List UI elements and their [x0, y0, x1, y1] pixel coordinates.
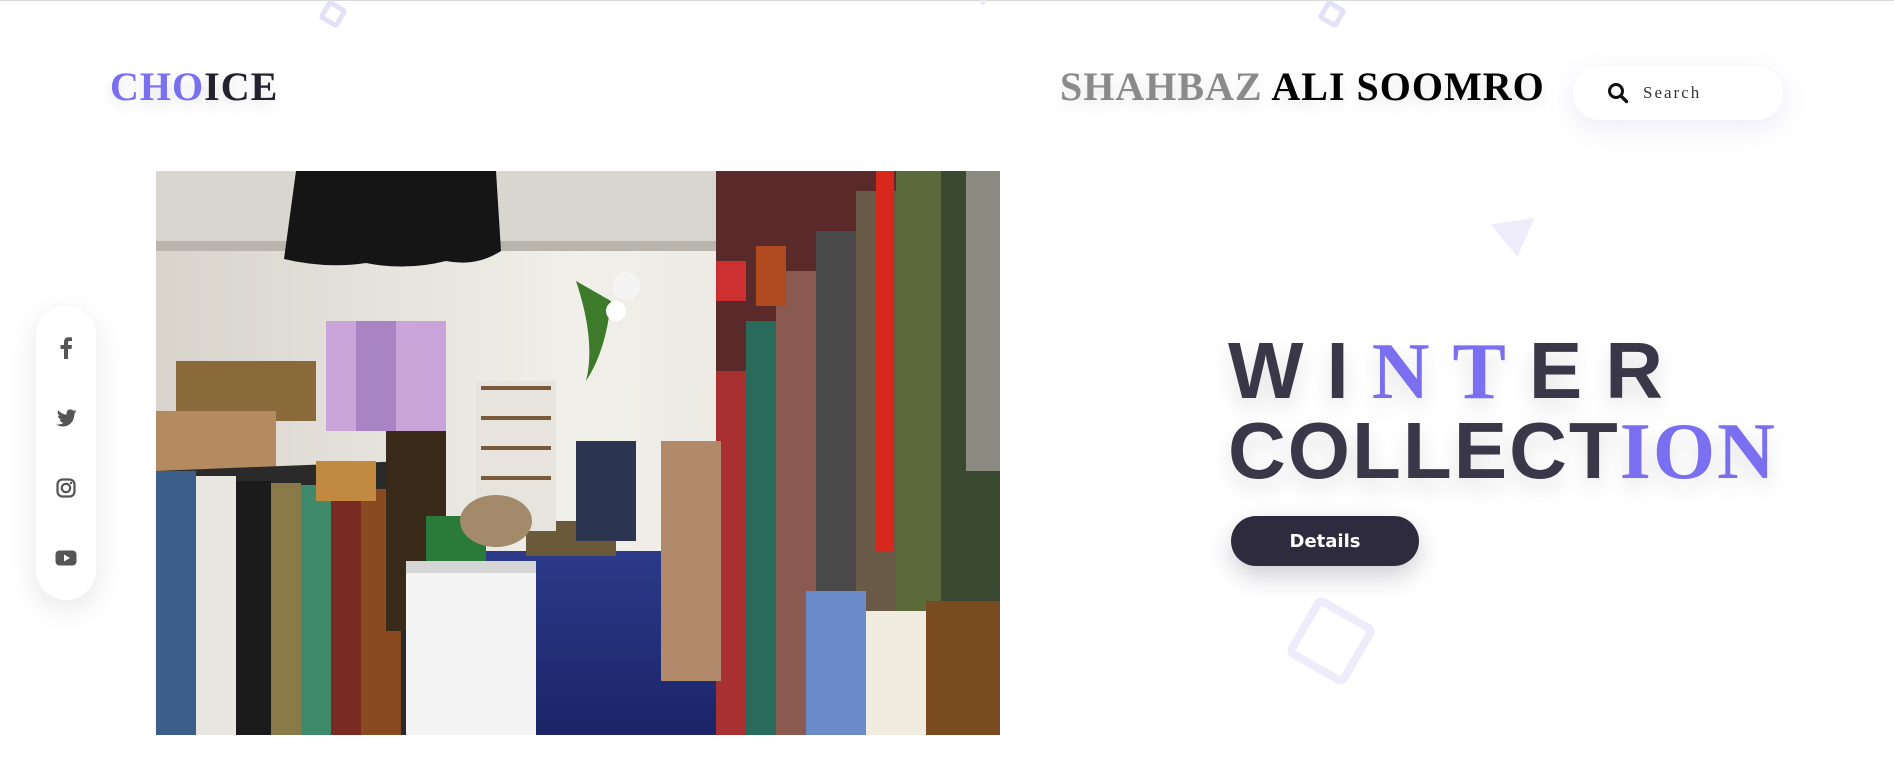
decorative-square: [317, 0, 349, 30]
facebook-icon[interactable]: [36, 328, 96, 368]
decorative-square: [1316, 0, 1348, 30]
hero-title-line2: COLLECTION: [1228, 411, 1777, 493]
hero-title-letter: N: [1371, 328, 1453, 416]
search-input[interactable]: [1643, 83, 1773, 103]
hero-title-line2-text: COLLECT: [1228, 406, 1620, 495]
social-sidebar: [36, 306, 96, 600]
site-logo[interactable]: CHOICE: [110, 63, 278, 110]
decorative-square-large: [1284, 594, 1378, 688]
instagram-icon[interactable]: [36, 468, 96, 508]
hero-title-line1: WINTER: [1228, 331, 1686, 413]
author-last-name: ALI SOOMRO: [1262, 64, 1545, 109]
details-button[interactable]: Details: [1231, 516, 1419, 566]
logo-text: ICE: [204, 64, 279, 109]
hero-image: [156, 171, 1000, 735]
search-icon[interactable]: [1607, 82, 1629, 104]
twitter-icon[interactable]: [36, 398, 96, 438]
search-box[interactable]: [1573, 66, 1783, 120]
decorative-triangle: [1490, 218, 1540, 260]
author-name: SHAHBAZ ALI SOOMRO: [1060, 63, 1545, 110]
hero-title-letter: I: [1326, 326, 1372, 415]
hero-title-letter: R: [1605, 326, 1687, 415]
author-first-name: SHAHBAZ: [1060, 64, 1263, 109]
hero-title-letter: W: [1228, 326, 1327, 415]
logo-accent-text: CHO: [110, 64, 205, 109]
youtube-icon[interactable]: [36, 538, 96, 578]
hero-title-letter: T: [1452, 328, 1529, 416]
decorative-dot: [980, 0, 986, 5]
hero-title-line2-highlight: ION: [1619, 408, 1777, 496]
hero-title-letter: E: [1528, 326, 1606, 415]
